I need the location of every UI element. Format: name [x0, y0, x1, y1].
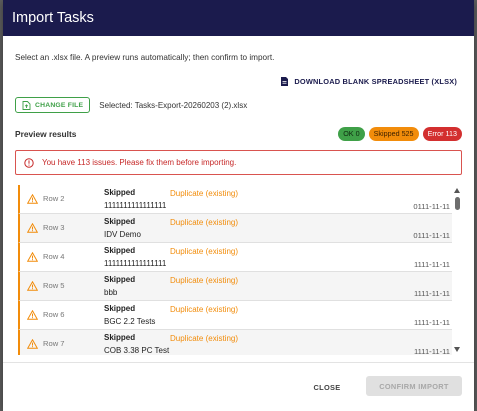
intro-text: Select an .xlsx file. A preview runs aut… [15, 53, 275, 62]
row-reason: Duplicate (existing) [170, 276, 239, 285]
list-scrollbar[interactable] [452, 185, 464, 355]
preview-header: Preview results OK 0 Skipped 525 Error 1… [15, 127, 462, 141]
row-date: 1111-11-11 [413, 347, 450, 355]
selected-file-name: Selected: Tasks-Export-20260203 (2).xlsx [99, 100, 248, 110]
preview-rows: Row 2 Skipped 1111111111111111 Duplicate (e… [18, 185, 452, 355]
warning-icon [27, 310, 38, 320]
preview-row: Row 7 Skipped COB 3.38 PC Test Duplicate (e… [18, 330, 452, 355]
preview-list[interactable]: Row 2 Skipped 1111111111111111 Duplicate (e… [18, 185, 464, 355]
row-number: Row 7 [43, 339, 65, 348]
preview-row: Row 3 Skipped IDV Demo Duplicate (existing)… [18, 214, 452, 243]
file-select-row: CHANGE FILE Selected: Tasks-Export-20260… [15, 97, 462, 113]
download-row: DOWNLOAD BLANK SPREADSHEET (XLSX) [15, 77, 462, 86]
warning-icon [27, 281, 38, 291]
preview-row: Row 4 Skipped 1111111111111111 Duplicate (e… [18, 243, 452, 272]
row-number: Row 6 [43, 310, 65, 319]
warning-icon [27, 339, 38, 349]
row-status: Skipped [104, 304, 136, 313]
row-date: 1111-11-11 [413, 318, 450, 327]
dialog-footer: CLOSE CONFIRM IMPORT [3, 363, 474, 411]
row-number: Row 3 [43, 223, 65, 232]
row-task-name: bbb [104, 288, 118, 297]
warning-icon [27, 252, 38, 262]
upload-file-icon [22, 100, 31, 110]
download-template-button[interactable]: DOWNLOAD BLANK SPREADSHEET (XLSX) [281, 77, 457, 86]
row-status: Skipped [104, 246, 136, 255]
row-task-name: COB 3.38 PC Test [104, 346, 170, 355]
change-file-button[interactable]: CHANGE FILE [15, 97, 91, 113]
close-button[interactable]: CLOSE [304, 377, 350, 397]
dialog-body: Select an .xlsx file. A preview runs aut… [3, 53, 474, 175]
row-date: 1111-11-11 [413, 260, 450, 269]
warning-icon [27, 194, 38, 204]
preview-row: Row 6 Skipped BGC 2.2 Tests Duplicate (exis… [18, 301, 452, 330]
row-date: 1111-11-11 [413, 289, 450, 298]
row-task-name: 1111111111111111 [104, 201, 167, 210]
row-status: Skipped [104, 275, 136, 284]
scroll-up-arrow[interactable] [454, 188, 460, 193]
import-tasks-dialog: Import Tasks Select an .xlsx file. A pre… [3, 0, 474, 411]
skipped-count-badge: Skipped 525 [368, 127, 419, 141]
confirm-import-button[interactable]: CONFIRM IMPORT [366, 376, 462, 396]
dialog-header: Import Tasks [3, 0, 474, 36]
row-status: Skipped [104, 188, 136, 197]
download-template-label: DOWNLOAD BLANK SPREADSHEET (XLSX) [294, 77, 457, 86]
row-status: Skipped [104, 333, 136, 342]
ok-count-badge: OK 0 [338, 127, 365, 141]
document-icon [281, 77, 289, 86]
error-count-badge: Error 113 [422, 127, 462, 141]
row-reason: Duplicate (existing) [170, 305, 239, 314]
row-status: Skipped [104, 217, 136, 226]
warning-icon [27, 223, 38, 233]
row-date: 0111-11-11 [413, 231, 450, 240]
preview-row: Row 5 Skipped bbb Duplicate (existing) 1111-… [18, 272, 452, 301]
alert-message: You have 113 issues. Please fix them bef… [42, 158, 237, 167]
row-number: Row 4 [43, 252, 65, 261]
change-file-label: CHANGE FILE [35, 101, 84, 109]
row-number: Row 5 [43, 281, 65, 290]
row-reason: Duplicate (existing) [170, 334, 239, 343]
row-date: 0111-11-11 [413, 202, 450, 211]
row-task-name: 1111111111111111 [104, 259, 167, 268]
row-reason: Duplicate (existing) [170, 218, 239, 227]
preview-title: Preview results [15, 129, 77, 139]
row-number: Row 2 [43, 194, 65, 203]
error-circle-icon [24, 157, 34, 168]
row-reason: Duplicate (existing) [170, 189, 239, 198]
row-task-name: IDV Demo [104, 230, 141, 239]
row-task-name: BGC 2.2 Tests [104, 317, 156, 326]
preview-row: Row 2 Skipped 1111111111111111 Duplicate (e… [18, 185, 452, 214]
dialog-title: Import Tasks [12, 10, 94, 26]
row-reason: Duplicate (existing) [170, 247, 239, 256]
scroll-thumb[interactable] [455, 197, 460, 210]
scroll-down-arrow[interactable] [454, 347, 460, 352]
error-alert: You have 113 issues. Please fix them bef… [15, 150, 462, 175]
